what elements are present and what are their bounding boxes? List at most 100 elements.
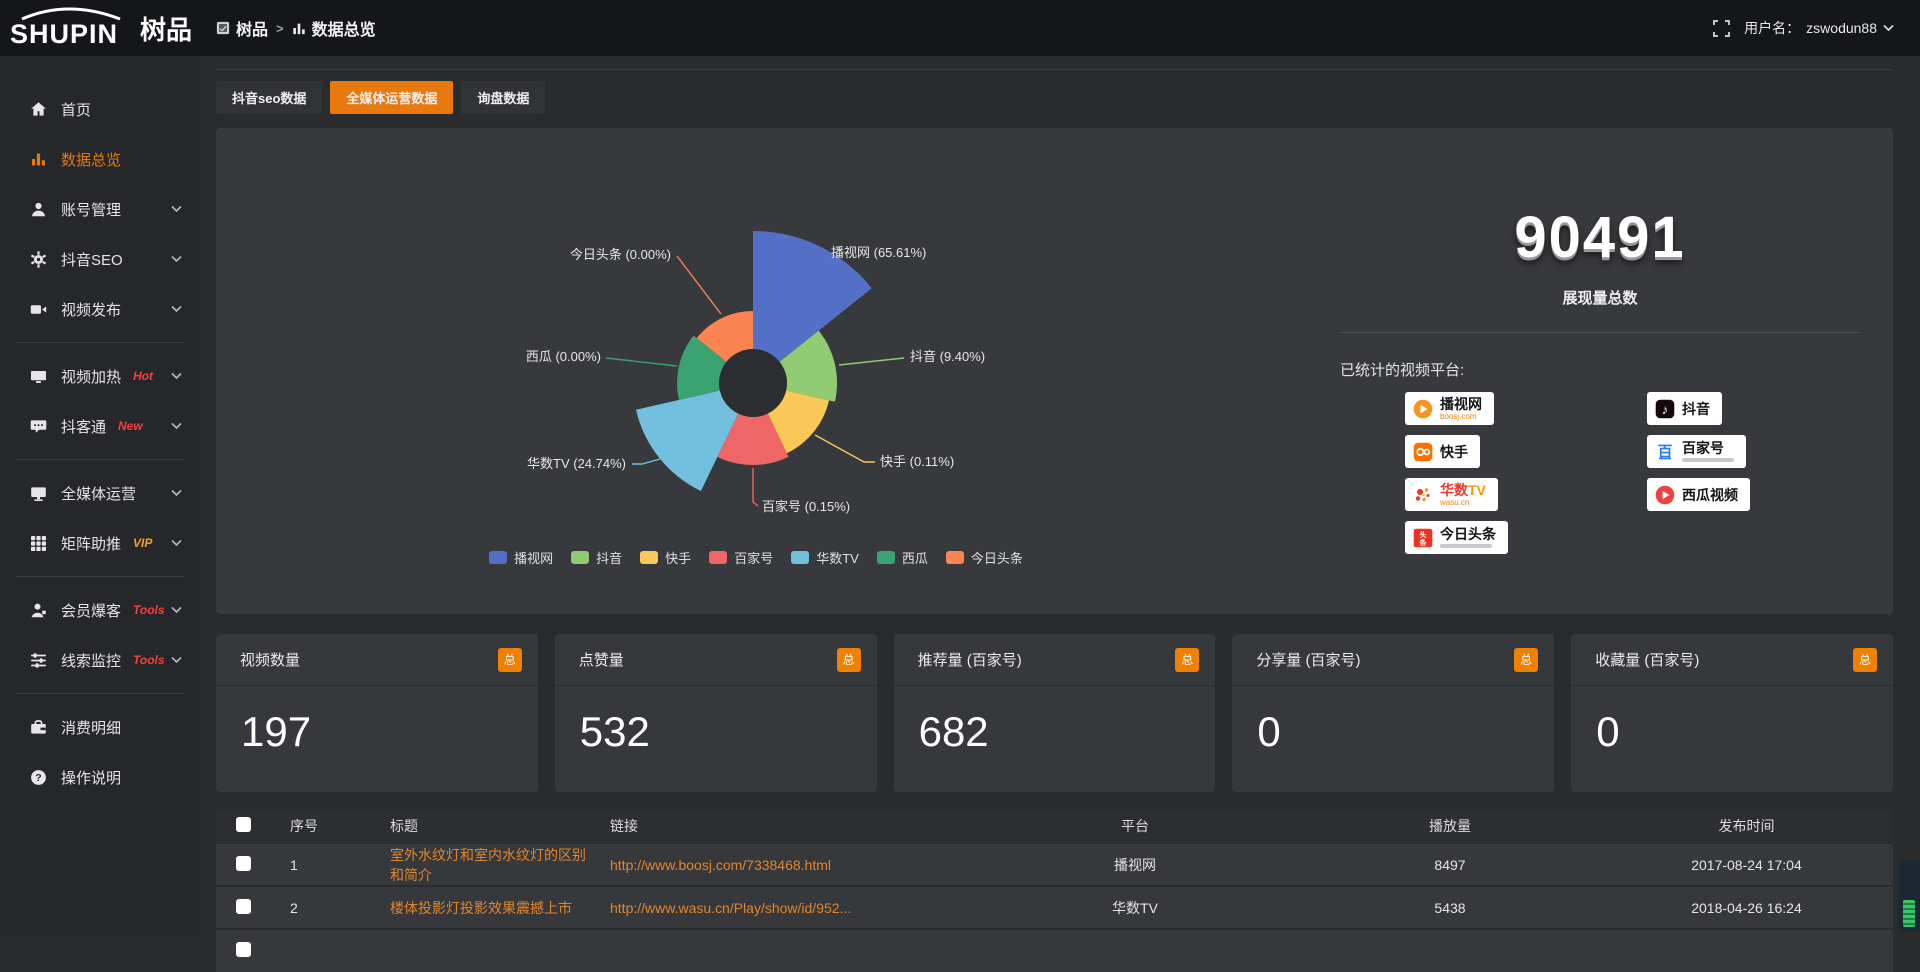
chevron-down-icon bbox=[171, 539, 182, 547]
stat-card-label: 视频数量 bbox=[240, 649, 300, 670]
cell-plays bbox=[1300, 929, 1600, 972]
tab-询盘数据[interactable]: 询盘数据 bbox=[461, 81, 545, 114]
row-checkbox[interactable] bbox=[236, 942, 251, 957]
row-checkbox[interactable] bbox=[236, 899, 251, 914]
platform-badge-快手: 快手 bbox=[1405, 435, 1480, 468]
legend-item-西瓜[interactable]: 西瓜 bbox=[877, 548, 928, 567]
row-checkbox[interactable] bbox=[236, 856, 251, 871]
breadcrumb: 树品 > 数据总览 bbox=[216, 16, 376, 40]
platform-badge-抖音: ♪抖音 bbox=[1647, 392, 1722, 425]
col-header-链接: 链接 bbox=[590, 810, 970, 843]
stat-card-label: 分享量 (百家号) bbox=[1256, 649, 1360, 670]
legend-item-今日头条[interactable]: 今日头条 bbox=[946, 548, 1023, 567]
sidebar-item-数据总览[interactable]: 数据总览 bbox=[0, 134, 200, 184]
douyin-logo-icon: ♪ bbox=[1655, 399, 1675, 419]
label-leader-line bbox=[606, 358, 677, 366]
legend-item-百家号[interactable]: 百家号 bbox=[709, 548, 773, 567]
monitor-icon bbox=[30, 485, 47, 502]
stat-card-label: 推荐量 (百家号) bbox=[918, 649, 1022, 670]
cell-link[interactable] bbox=[590, 929, 970, 972]
cell-link[interactable]: http://www.boosj.com/7338468.html bbox=[590, 843, 970, 886]
main-content: 抖音seo数据全媒体运营数据询盘数据 播视网 (65.61%)抖音 (9.40%… bbox=[200, 56, 1920, 936]
platforms-label: 已统计的视频平台: bbox=[1340, 359, 1870, 380]
stat-card-收藏量 (百家号): 收藏量 (百家号)总0 bbox=[1571, 634, 1893, 792]
sidebar-item-label: 首页 bbox=[61, 99, 91, 120]
stat-card-value: 532 bbox=[555, 686, 877, 756]
sidebar-item-抖音SEO[interactable]: 抖音SEO bbox=[0, 234, 200, 284]
username-label: 用户名： bbox=[1744, 18, 1800, 38]
total-badge[interactable]: 总 bbox=[1514, 648, 1538, 672]
breadcrumb-current[interactable]: 数据总览 bbox=[292, 16, 376, 40]
sidebar-item-消费明细[interactable]: 消费明细 bbox=[0, 702, 200, 752]
cell-platform bbox=[970, 929, 1300, 972]
col-header-发布时间: 发布时间 bbox=[1600, 810, 1893, 843]
toutiao-logo-icon: 头条 bbox=[1413, 528, 1433, 548]
tab-全媒体运营数据[interactable]: 全媒体运营数据 bbox=[330, 81, 453, 114]
sidebar-item-账号管理[interactable]: 账号管理 bbox=[0, 184, 200, 234]
impressions-total-label: 展现量总数 bbox=[1330, 287, 1870, 308]
sidebar-item-视频发布[interactable]: 视频发布 bbox=[0, 284, 200, 334]
floating-widget[interactable] bbox=[1898, 860, 1920, 932]
pie-label-华数TV: 华数TV (24.74%) bbox=[527, 456, 626, 471]
label-leader-line bbox=[839, 358, 904, 365]
user-menu[interactable]: 用户名：zswodun88 bbox=[1744, 18, 1894, 38]
platform-sub-strip bbox=[1440, 544, 1492, 548]
col-header-播放量: 播放量 bbox=[1300, 810, 1600, 843]
grid-icon bbox=[30, 535, 47, 552]
svg-text:条: 条 bbox=[1419, 538, 1428, 547]
cell-time: 2017-08-24 17:04 bbox=[1600, 843, 1893, 886]
stat-cards-row: 视频数量总197点赞量总532推荐量 (百家号)总682分享量 (百家号)总0收… bbox=[216, 634, 1893, 792]
cell-title[interactable]: 室外水纹灯和室内水纹灯的区别和简介 bbox=[370, 843, 590, 886]
legend-item-华数TV[interactable]: 华数TV bbox=[791, 548, 859, 567]
sidebar-item-首页[interactable]: 首页 bbox=[0, 84, 200, 134]
stat-card-label: 收藏量 (百家号) bbox=[1595, 649, 1699, 670]
stat-card-header: 点赞量总 bbox=[555, 634, 877, 686]
cell-title[interactable]: 楼体投影灯投影效果震撼上市 bbox=[370, 886, 590, 929]
legend-swatch bbox=[640, 551, 658, 564]
legend-item-快手[interactable]: 快手 bbox=[640, 548, 691, 567]
cell-title[interactable] bbox=[370, 929, 590, 972]
total-badge[interactable]: 总 bbox=[1853, 648, 1877, 672]
sidebar-item-操作说明[interactable]: ?操作说明 bbox=[0, 752, 200, 802]
stat-card-header: 推荐量 (百家号) 总 bbox=[894, 634, 1216, 686]
fullscreen-icon[interactable] bbox=[1713, 20, 1730, 37]
sliders-icon bbox=[30, 652, 47, 669]
boosj-logo-icon bbox=[1413, 399, 1433, 419]
pie-label-抖音: 抖音 (9.40%) bbox=[910, 349, 985, 364]
legend-item-播视网[interactable]: 播视网 bbox=[489, 548, 553, 567]
help-icon: ? bbox=[30, 769, 47, 786]
total-badge[interactable]: 总 bbox=[837, 648, 861, 672]
legend-item-抖音[interactable]: 抖音 bbox=[571, 548, 622, 567]
tab-抖音seo数据[interactable]: 抖音seo数据 bbox=[216, 81, 322, 114]
chevron-down-icon bbox=[171, 305, 182, 313]
sidebar-item-label: 数据总览 bbox=[61, 149, 121, 170]
stat-card-value: 0 bbox=[1232, 686, 1554, 756]
stat-card-header: 视频数量 总 bbox=[216, 634, 538, 686]
sidebar-item-矩阵助推[interactable]: 矩阵助推VIP bbox=[0, 518, 200, 568]
app-logo: SHUPIN 树品 bbox=[0, 7, 200, 49]
total-badge[interactable]: 总 bbox=[1175, 648, 1199, 672]
breadcrumb-root[interactable]: 树品 bbox=[216, 16, 268, 40]
sidebar-item-会员爆客[interactable]: 会员爆客Tools bbox=[0, 585, 200, 635]
sidebar-item-视频加热[interactable]: 视频加热Hot bbox=[0, 351, 200, 401]
sidebar-item-线索监控[interactable]: 线索监控Tools bbox=[0, 635, 200, 685]
platform-share-chart: 播视网 (65.61%)抖音 (9.40%)快手 (0.11%)百家号 (0.1… bbox=[216, 128, 1296, 614]
select-all-checkbox[interactable] bbox=[236, 817, 251, 832]
cell-link[interactable]: http://www.wasu.cn/Play/show/id/952... bbox=[590, 886, 970, 929]
sidebar-item-抖客通[interactable]: 抖客通New bbox=[0, 401, 200, 451]
chart-legend: 播视网抖音快手百家号华数TV 西瓜今日头条 bbox=[216, 548, 1296, 567]
legend-swatch bbox=[877, 551, 895, 564]
label-leader-line bbox=[677, 256, 721, 314]
sidebar-item-全媒体运营[interactable]: 全媒体运营 bbox=[0, 468, 200, 518]
pie-label-西瓜: 西瓜 (0.00%) bbox=[526, 349, 601, 364]
breadcrumb-current-label: 数据总览 bbox=[312, 16, 376, 40]
cell-plays: 5438 bbox=[1300, 886, 1600, 929]
platform-badge-今日头条: 头条今日头条 bbox=[1405, 521, 1508, 554]
stat-card-点赞量: 点赞量总532 bbox=[555, 634, 877, 792]
total-badge[interactable]: 总 bbox=[498, 648, 522, 672]
data-tabs: 抖音seo数据全媒体运营数据询盘数据 bbox=[216, 81, 1893, 114]
table-row: 2楼体投影灯投影效果震撼上市http://www.wasu.cn/Play/sh… bbox=[216, 886, 1893, 929]
cell-time bbox=[1600, 929, 1893, 972]
cell-platform: 播视网 bbox=[970, 843, 1300, 886]
cell-no bbox=[270, 929, 370, 972]
